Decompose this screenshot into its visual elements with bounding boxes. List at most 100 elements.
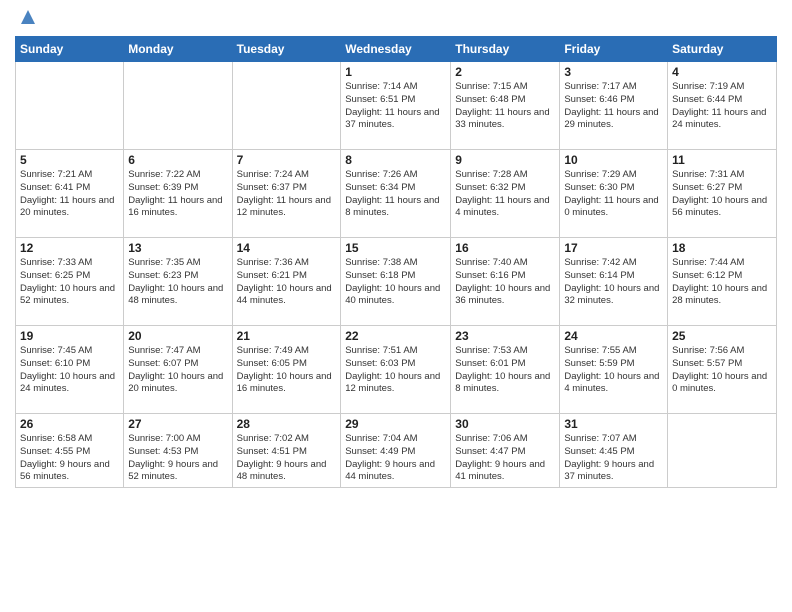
day-number: 19 [20,329,119,343]
calendar-cell: 28Sunrise: 7:02 AM Sunset: 4:51 PM Dayli… [232,414,341,488]
day-info: Sunrise: 7:29 AM Sunset: 6:30 PM Dayligh… [564,169,663,220]
day-info: Sunrise: 7:49 AM Sunset: 6:05 PM Dayligh… [237,345,337,396]
calendar-cell: 7 Sunrise: 7:24 AM Sunset: 6:37 PM Daylig… [232,150,341,238]
day-info: Sunrise: 7:42 AM Sunset: 6:14 PM Dayligh… [564,257,663,308]
week-row-4: 19Sunrise: 7:45 AM Sunset: 6:10 PM Dayli… [16,326,777,414]
calendar-cell: 16 Sunrise: 7:40 AM Sunset: 6:16 PM Dayli… [451,238,560,326]
day-info: Sunrise: 7:14 AM Sunset: 6:51 PM Dayligh… [345,81,446,132]
calendar-cell [668,414,777,488]
day-info: Sunrise: 7:17 AM Sunset: 6:46 PM Dayligh… [564,81,663,132]
week-row-3: 12 Sunrise: 7:33 AM Sunset: 6:25 PM Dayli… [16,238,777,326]
calendar-cell: 24 Sunrise: 7:55 AM Sunset: 5:59 PM Dayli… [560,326,668,414]
calendar-cell: 18Sunrise: 7:44 AM Sunset: 6:12 PM Dayli… [668,238,777,326]
day-info: Sunrise: 7:04 AM Sunset: 4:49 PM Dayligh… [345,433,446,484]
week-row-2: 5 Sunrise: 7:21 AM Sunset: 6:41 PM Daylig… [16,150,777,238]
day-info: Sunrise: 7:33 AM Sunset: 6:25 PM Dayligh… [20,257,119,308]
day-number: 30 [455,417,555,431]
day-info: Sunrise: 7:55 AM Sunset: 5:59 PM Dayligh… [564,345,663,396]
day-info: Sunrise: 7:15 AM Sunset: 6:48 PM Dayligh… [455,81,555,132]
day-number: 20 [128,329,227,343]
logo [15,10,39,28]
day-number: 3 [564,65,663,79]
day-info: Sunrise: 7:38 AM Sunset: 6:18 PM Dayligh… [345,257,446,308]
calendar-table: SundayMondayTuesdayWednesdayThursdayFrid… [15,36,777,488]
calendar-cell: 20 Sunrise: 7:47 AM Sunset: 6:07 PM Dayli… [124,326,232,414]
day-number: 21 [237,329,337,343]
day-info: Sunrise: 7:47 AM Sunset: 6:07 PM Dayligh… [128,345,227,396]
day-number: 27 [128,417,227,431]
day-info: Sunrise: 7:21 AM Sunset: 6:41 PM Dayligh… [20,169,119,220]
day-info: Sunrise: 7:35 AM Sunset: 6:23 PM Dayligh… [128,257,227,308]
day-number: 10 [564,153,663,167]
col-header-tuesday: Tuesday [232,37,341,62]
day-info: Sunrise: 7:06 AM Sunset: 4:47 PM Dayligh… [455,433,555,484]
day-info: Sunrise: 7:19 AM Sunset: 6:44 PM Dayligh… [672,81,772,132]
day-number: 18 [672,241,772,255]
calendar-cell: 25 Sunrise: 7:56 AM Sunset: 5:57 PM Dayli… [668,326,777,414]
day-info: Sunrise: 7:28 AM Sunset: 6:32 PM Dayligh… [455,169,555,220]
calendar-cell: 6 Sunrise: 7:22 AM Sunset: 6:39 PM Daylig… [124,150,232,238]
calendar-cell: 4 Sunrise: 7:19 AM Sunset: 6:44 PM Daylig… [668,62,777,150]
day-info: Sunrise: 7:22 AM Sunset: 6:39 PM Dayligh… [128,169,227,220]
calendar-cell: 5 Sunrise: 7:21 AM Sunset: 6:41 PM Daylig… [16,150,124,238]
day-info: Sunrise: 7:02 AM Sunset: 4:51 PM Dayligh… [237,433,337,484]
week-row-5: 26Sunrise: 6:58 AM Sunset: 4:55 PM Dayli… [16,414,777,488]
day-number: 9 [455,153,555,167]
calendar-cell: 23 Sunrise: 7:53 AM Sunset: 6:01 PM Dayli… [451,326,560,414]
calendar-header-row: SundayMondayTuesdayWednesdayThursdayFrid… [16,37,777,62]
calendar-cell: 30 Sunrise: 7:06 AM Sunset: 4:47 PM Dayli… [451,414,560,488]
day-number: 24 [564,329,663,343]
day-number: 29 [345,417,446,431]
day-number: 25 [672,329,772,343]
calendar-cell: 29 Sunrise: 7:04 AM Sunset: 4:49 PM Dayli… [341,414,451,488]
calendar-cell: 10 Sunrise: 7:29 AM Sunset: 6:30 PM Dayli… [560,150,668,238]
day-number: 16 [455,241,555,255]
day-number: 26 [20,417,119,431]
calendar-cell: 13 Sunrise: 7:35 AM Sunset: 6:23 PM Dayli… [124,238,232,326]
day-number: 5 [20,153,119,167]
day-number: 31 [564,417,663,431]
day-info: Sunrise: 7:53 AM Sunset: 6:01 PM Dayligh… [455,345,555,396]
calendar-cell: 9 Sunrise: 7:28 AM Sunset: 6:32 PM Daylig… [451,150,560,238]
calendar-cell: 31 Sunrise: 7:07 AM Sunset: 4:45 PM Dayli… [560,414,668,488]
day-number: 1 [345,65,446,79]
day-number: 7 [237,153,337,167]
page: SundayMondayTuesdayWednesdayThursdayFrid… [0,0,792,612]
logo-icon [17,6,39,28]
day-info: Sunrise: 7:26 AM Sunset: 6:34 PM Dayligh… [345,169,446,220]
calendar-cell: 21 Sunrise: 7:49 AM Sunset: 6:05 PM Dayli… [232,326,341,414]
week-row-1: 1 Sunrise: 7:14 AM Sunset: 6:51 PM Daylig… [16,62,777,150]
calendar-cell [124,62,232,150]
calendar-cell: 12 Sunrise: 7:33 AM Sunset: 6:25 PM Dayli… [16,238,124,326]
calendar-cell: 15 Sunrise: 7:38 AM Sunset: 6:18 PM Dayli… [341,238,451,326]
day-number: 6 [128,153,227,167]
day-info: Sunrise: 7:51 AM Sunset: 6:03 PM Dayligh… [345,345,446,396]
day-info: Sunrise: 7:56 AM Sunset: 5:57 PM Dayligh… [672,345,772,396]
calendar-cell: 8Sunrise: 7:26 AM Sunset: 6:34 PM Daylig… [341,150,451,238]
col-header-thursday: Thursday [451,37,560,62]
calendar-cell: 22 Sunrise: 7:51 AM Sunset: 6:03 PM Dayli… [341,326,451,414]
day-info: Sunrise: 7:00 AM Sunset: 4:53 PM Dayligh… [128,433,227,484]
day-number: 23 [455,329,555,343]
calendar-cell: 26Sunrise: 6:58 AM Sunset: 4:55 PM Dayli… [16,414,124,488]
day-number: 11 [672,153,772,167]
day-number: 4 [672,65,772,79]
day-number: 22 [345,329,446,343]
calendar-cell: 3 Sunrise: 7:17 AM Sunset: 6:46 PM Daylig… [560,62,668,150]
day-info: Sunrise: 7:24 AM Sunset: 6:37 PM Dayligh… [237,169,337,220]
col-header-wednesday: Wednesday [341,37,451,62]
col-header-saturday: Saturday [668,37,777,62]
col-header-sunday: Sunday [16,37,124,62]
day-number: 15 [345,241,446,255]
calendar-cell [232,62,341,150]
day-info: Sunrise: 7:40 AM Sunset: 6:16 PM Dayligh… [455,257,555,308]
day-info: Sunrise: 7:31 AM Sunset: 6:27 PM Dayligh… [672,169,772,220]
calendar-cell: 11 Sunrise: 7:31 AM Sunset: 6:27 PM Dayli… [668,150,777,238]
calendar-cell [16,62,124,150]
day-number: 12 [20,241,119,255]
col-header-monday: Monday [124,37,232,62]
day-number: 13 [128,241,227,255]
day-number: 14 [237,241,337,255]
header [15,10,777,28]
day-info: Sunrise: 7:07 AM Sunset: 4:45 PM Dayligh… [564,433,663,484]
